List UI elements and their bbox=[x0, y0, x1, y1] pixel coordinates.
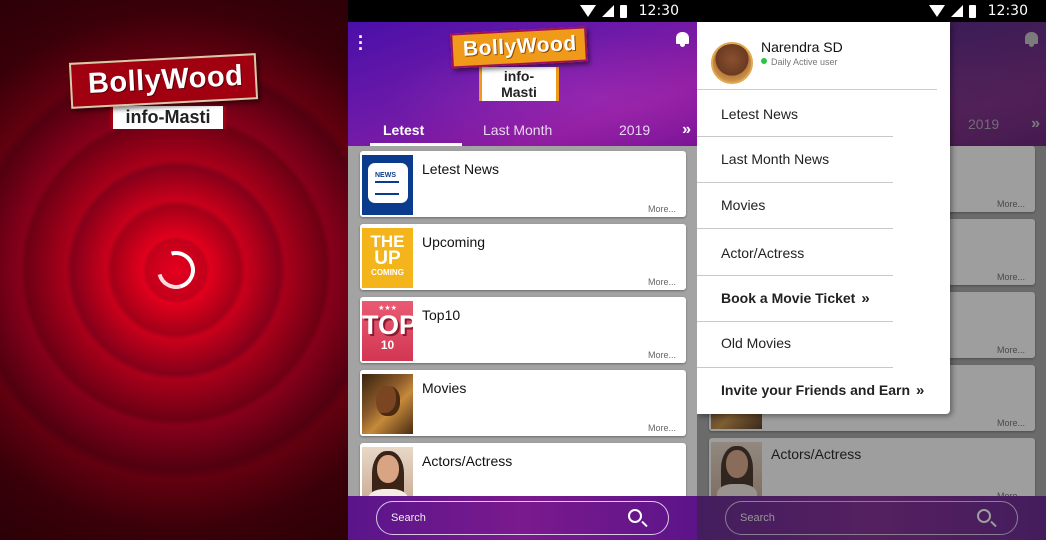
logo-tagline: info-Masti bbox=[479, 67, 559, 101]
divider bbox=[697, 321, 893, 322]
user-status: Daily Active user bbox=[761, 57, 838, 67]
header-logo: BollyWood info-Masti bbox=[450, 26, 588, 101]
chevron-right-icon: » bbox=[916, 382, 925, 399]
battery-icon bbox=[969, 4, 976, 18]
drawer-item-actor-actress[interactable]: Actor/Actress bbox=[721, 245, 804, 261]
active-tab-indicator bbox=[370, 143, 462, 146]
status-time: 12:30 bbox=[638, 3, 679, 19]
top10-badge-icon: ★★★ TOP 10 bbox=[362, 301, 413, 361]
status-time: 12:30 bbox=[987, 3, 1028, 19]
logo-tagline: info-Masti bbox=[110, 106, 226, 129]
notification-bell-icon[interactable] bbox=[676, 32, 689, 47]
card-title: Upcoming bbox=[422, 234, 486, 250]
divider bbox=[697, 182, 893, 183]
drawer-item-old-movies[interactable]: Old Movies bbox=[721, 335, 791, 351]
search-input[interactable] bbox=[391, 510, 611, 526]
list-item[interactable]: THE UP COMING Upcoming More... bbox=[360, 224, 686, 290]
list-item[interactable]: ★★★ TOP 10 Top10 More... bbox=[360, 297, 686, 363]
signal-icon bbox=[951, 5, 963, 17]
divider bbox=[697, 367, 893, 368]
drawer-item-letest-news[interactable]: Letest News bbox=[721, 106, 798, 122]
avatar[interactable] bbox=[711, 42, 753, 84]
tab-last-month[interactable]: Last Month bbox=[483, 122, 552, 138]
tab-letest[interactable]: Letest bbox=[383, 122, 424, 138]
battery-icon bbox=[620, 4, 627, 18]
overflow-menu-icon[interactable]: · · · bbox=[358, 28, 366, 58]
logo-brand-text: BollyWood bbox=[68, 53, 259, 109]
card-title: Actors/Actress bbox=[422, 453, 513, 469]
tab-bar: Letest Last Month 2019 » bbox=[348, 118, 697, 146]
user-name: Narendra SD bbox=[761, 39, 843, 55]
more-link[interactable]: More... bbox=[648, 277, 676, 287]
loading-spinner-icon bbox=[150, 244, 202, 296]
splash-screen: BollyWood info-Masti bbox=[0, 0, 348, 540]
card-title: Letest News bbox=[422, 161, 500, 177]
drawer-item-invite-friends[interactable]: Invite your Friends and Earn» bbox=[721, 382, 924, 399]
home-screen: 12:30 · · · BollyWood info-Masti Letest La… bbox=[348, 0, 697, 540]
online-status-icon bbox=[761, 58, 767, 64]
bottom-search-bar bbox=[348, 496, 697, 540]
divider bbox=[697, 275, 893, 276]
divider bbox=[697, 228, 893, 229]
list-item[interactable]: Letest News More... bbox=[360, 151, 686, 217]
more-link[interactable]: More... bbox=[648, 423, 676, 433]
logo-brand-text: BollyWood bbox=[450, 26, 588, 69]
search-icon[interactable] bbox=[628, 509, 642, 523]
divider bbox=[697, 136, 893, 137]
category-list: Letest News More... THE UP COMING Upcomi… bbox=[348, 146, 697, 509]
tab-2019[interactable]: 2019 bbox=[619, 122, 650, 138]
status-bar: 12:30 bbox=[348, 0, 697, 22]
wifi-icon bbox=[580, 5, 596, 17]
chevron-right-icon: » bbox=[861, 290, 870, 307]
upcoming-badge-icon: THE UP COMING bbox=[362, 228, 413, 288]
tabs-more-chevron-icon[interactable]: » bbox=[682, 121, 691, 139]
app-header: · · · BollyWood info-Masti Letest Last Mon… bbox=[348, 22, 697, 146]
drawer-item-book-ticket[interactable]: Book a Movie Ticket» bbox=[721, 290, 870, 307]
status-bar: 12:30 bbox=[697, 0, 1046, 22]
more-link[interactable]: More... bbox=[648, 204, 676, 214]
drawer-user-header[interactable]: Narendra SD Daily Active user bbox=[697, 22, 937, 90]
card-title: Top10 bbox=[422, 307, 461, 323]
more-link[interactable]: More... bbox=[648, 350, 676, 360]
movie-poster-image bbox=[362, 374, 413, 434]
navigation-drawer: Narendra SD Daily Active user Letest New… bbox=[697, 22, 950, 414]
wifi-icon bbox=[929, 5, 945, 17]
signal-icon bbox=[602, 5, 614, 17]
app-logo: BollyWood info-Masti bbox=[68, 53, 259, 129]
news-icon bbox=[362, 155, 413, 215]
drawer-item-last-month-news[interactable]: Last Month News bbox=[721, 151, 829, 167]
drawer-item-movies[interactable]: Movies bbox=[721, 197, 765, 213]
list-item[interactable]: Movies More... bbox=[360, 370, 686, 436]
search-box[interactable] bbox=[376, 501, 669, 535]
card-title: Movies bbox=[422, 380, 467, 396]
drawer-open-screen: 12:30 2019 » More... More... More... Mor… bbox=[697, 0, 1046, 540]
